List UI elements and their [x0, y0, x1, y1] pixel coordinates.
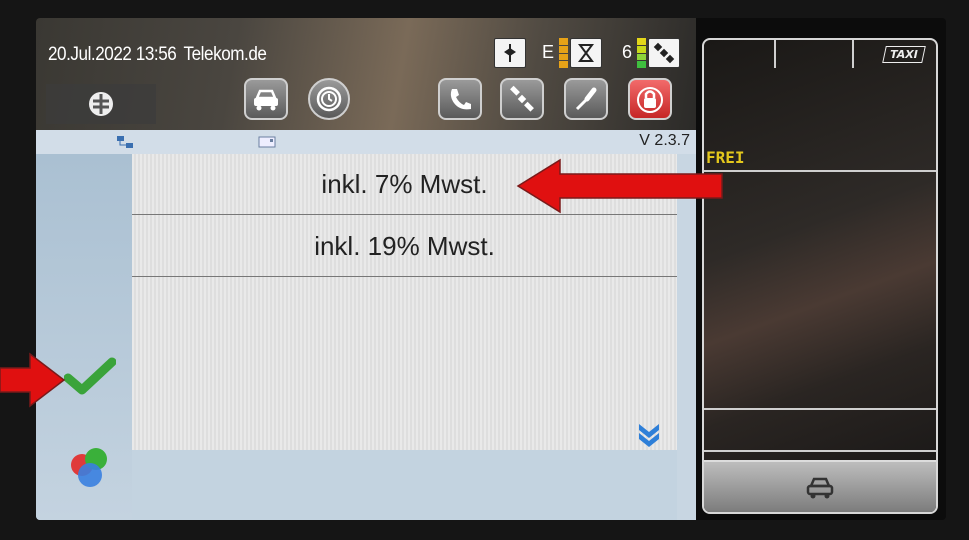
screwdriver-icon	[575, 87, 597, 111]
taxi-mode-button[interactable]	[244, 78, 288, 120]
phone-icon	[450, 89, 471, 110]
network-connection-icon	[117, 136, 133, 148]
taxi-icon	[806, 477, 834, 499]
status-text: 20.Jul.2022 13:56 Telekom.de	[48, 44, 274, 66]
clock-icon	[316, 86, 342, 112]
content-header: V 2.3.7	[36, 130, 696, 154]
network-name: Telekom.de	[183, 44, 267, 65]
network-letter: E	[542, 42, 555, 62]
panel-divider	[704, 450, 936, 452]
confirm-check-icon[interactable]	[64, 356, 116, 396]
timer-button[interactable]	[308, 78, 350, 120]
phone-button[interactable]	[438, 78, 482, 120]
panel-divider	[852, 40, 854, 68]
card-reader-icon	[258, 136, 276, 148]
screen: 20.Jul.2022 13:56 Telekom.de E 6 V 2.3.7…	[36, 18, 946, 520]
panel-divider	[704, 170, 936, 172]
scroll-down-chevron-icon[interactable]	[636, 420, 662, 448]
taxi-action-button[interactable]	[704, 460, 936, 512]
annotation-arrow-left-icon	[516, 158, 723, 214]
list-footer	[132, 450, 677, 520]
taxi-badge: TAXI	[882, 46, 926, 63]
hourglass-icon	[570, 38, 602, 68]
status-bar: 20.Jul.2022 13:56 Telekom.de E 6	[36, 18, 696, 130]
lock-icon	[637, 87, 663, 113]
panel-divider	[774, 40, 776, 68]
gps-button[interactable]	[500, 78, 544, 120]
lock-button[interactable]	[628, 78, 672, 120]
annotation-arrow-right-icon	[0, 352, 66, 408]
gps-antenna-icon	[494, 38, 526, 68]
satellite-icon	[510, 85, 534, 112]
color-circles-icon[interactable]	[66, 445, 112, 491]
satellite-count: 6	[622, 42, 633, 62]
settings-button[interactable]	[564, 78, 608, 120]
logo-icon	[89, 92, 113, 116]
version-label: V 2.3.7	[639, 132, 690, 149]
vat-option-19[interactable]: inkl. 19% Mwst.	[132, 216, 677, 277]
home-logo-button[interactable]	[46, 84, 156, 124]
device-bezel: 20.Jul.2022 13:56 Telekom.de E 6 V 2.3.7…	[0, 0, 969, 540]
datetime: 20.Jul.2022 13:56	[48, 44, 177, 65]
taxi-icon	[254, 89, 278, 111]
taxi-meter-panel: TAXI FREI	[702, 38, 938, 514]
satellite-status-icon	[648, 38, 680, 68]
gps-strength-icon	[637, 38, 646, 68]
signal-strength-icon	[559, 38, 568, 68]
panel-divider	[704, 408, 936, 410]
